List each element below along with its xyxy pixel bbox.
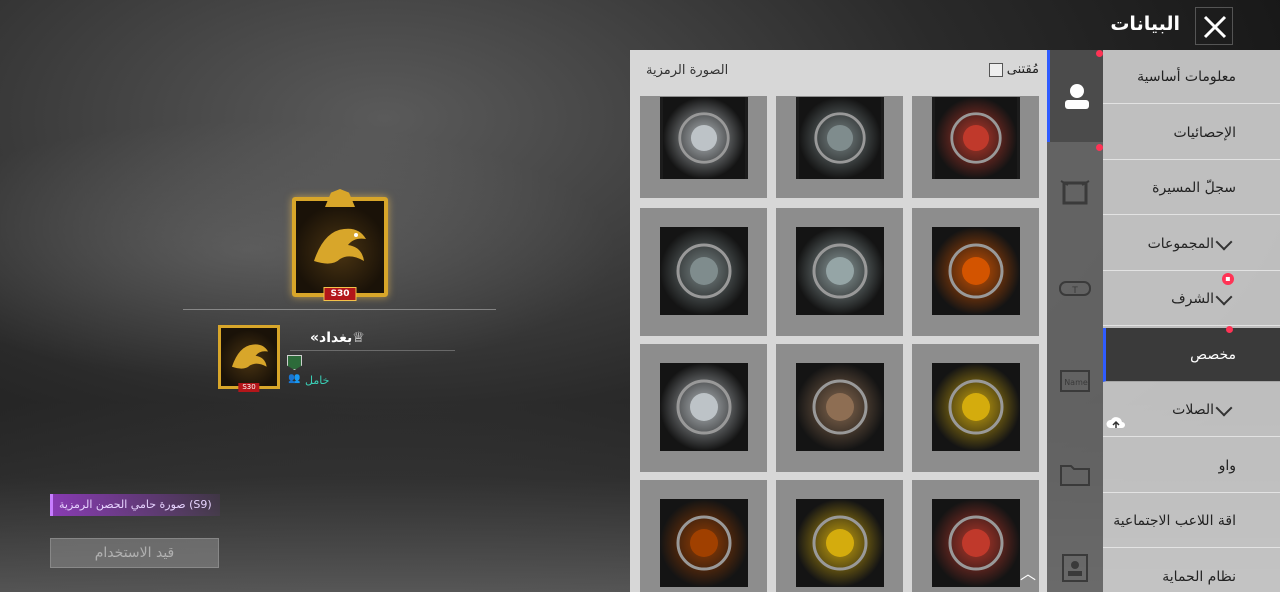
menu-item-label: الإحصائيات: [1173, 124, 1236, 141]
menu-item-label: واو: [1218, 457, 1236, 474]
close-button[interactable]: [1195, 7, 1233, 45]
cloud-upload-icon[interactable]: [1105, 414, 1127, 432]
close-icon: [1203, 15, 1227, 39]
avatar-tile[interactable]: [776, 480, 903, 592]
tab-name-card[interactable]: Name: [1047, 334, 1103, 426]
player-name: «بغداد♕: [310, 330, 365, 346]
crossed-rifles-emblem-icon: [796, 499, 884, 587]
helmet-emblem-icon: [932, 363, 1020, 451]
menu-item-label: نظام الحماية: [1162, 568, 1236, 585]
menu-item[interactable]: اقة اللاعب الاجتماعية: [1103, 494, 1280, 548]
gift-icon: ▪: [1222, 273, 1234, 285]
notification-dot: [1226, 326, 1233, 333]
avatar-preview-small: S30: [218, 325, 280, 392]
scroll-top-icon[interactable]: ︿: [1018, 560, 1038, 583]
profile-menu: معلومات أساسية الإحصائيات سجلّ المسيرة المج…: [1103, 50, 1280, 592]
menu-item[interactable]: واو: [1103, 439, 1280, 493]
squad-soldiers-icon: [796, 363, 884, 451]
menu-item[interactable]: الشرف: [1103, 272, 1280, 326]
menu-item[interactable]: الإحصائيات: [1103, 106, 1280, 160]
rooster-emblem-icon: [932, 97, 1020, 179]
tab-nameplate[interactable]: T: [1047, 242, 1103, 334]
menu-item-label: المجموعات: [1147, 235, 1214, 252]
nameplate-icon: T: [1059, 281, 1091, 296]
season-badge: S30: [323, 287, 357, 301]
avatar-preview-large: S30: [292, 189, 388, 301]
divider: [183, 309, 496, 310]
menu-item[interactable]: المجموعات: [1103, 217, 1280, 271]
avatar-tile[interactable]: [912, 208, 1039, 336]
category-icon-column: T Name: [1047, 50, 1103, 592]
dragon-icon: [314, 228, 366, 264]
chevron-down-icon: [1215, 233, 1233, 250]
menu-item[interactable]: معلومات أساسية: [1103, 50, 1280, 104]
chevron-down-icon: [1215, 288, 1233, 306]
avatar-tile[interactable]: [912, 344, 1039, 472]
tab-avatar[interactable]: [1047, 50, 1103, 142]
chevron-down-icon: [1215, 399, 1233, 417]
tab-player-card[interactable]: [1047, 522, 1103, 592]
menu-item-label: اقة اللاعب الاجتماعية: [1113, 513, 1236, 529]
owned-label: مُقتنى: [1006, 62, 1039, 77]
panel-title: الصورة الرمزية: [646, 63, 729, 78]
avatar-tile[interactable]: [640, 344, 767, 472]
avatar-tile[interactable]: [912, 96, 1039, 198]
menu-item[interactable]: سجلّ المسيرة: [1103, 161, 1280, 215]
menu-item-label: الشرف: [1171, 291, 1214, 307]
avatar-tile[interactable]: [640, 208, 767, 336]
100-victory-emblem-icon: [660, 499, 748, 587]
folder-icon: [1060, 465, 1090, 486]
menu-item-label: معلومات أساسية: [1137, 69, 1236, 85]
squad-emblem-icon: [796, 97, 884, 179]
owned-filter[interactable]: مُقتنى: [988, 62, 1039, 77]
avatar-tile[interactable]: [776, 208, 903, 336]
dragon-icon: [231, 344, 269, 369]
player-status: خامل: [305, 374, 330, 387]
in-use-button[interactable]: قيد الاستخدام: [50, 538, 219, 568]
frame-icon: [1060, 180, 1090, 205]
umbrella-emblem-icon: [932, 499, 1020, 587]
friends-icon: 👥: [288, 373, 301, 384]
avatar-tile[interactable]: [640, 480, 767, 592]
notification-dot: [1096, 50, 1103, 57]
medkit-emblem-icon: [660, 363, 748, 451]
menu-item-label: الصلات: [1172, 402, 1214, 418]
svg-text:Name: Name: [1064, 378, 1088, 387]
player-card-icon: [1062, 554, 1088, 582]
avatar-caption: صورة حامي الحصن الرمزية (S9): [50, 494, 220, 516]
tab-frame[interactable]: [1047, 146, 1103, 238]
svg-text:T: T: [1071, 286, 1078, 296]
menu-item[interactable]: الصلات: [1103, 383, 1280, 437]
page-title: البيانات: [1110, 13, 1180, 35]
avatar-tile[interactable]: [776, 96, 903, 198]
owned-checkbox[interactable]: [988, 62, 1003, 77]
season-badge-small: S30: [238, 383, 260, 392]
avatar-tile[interactable]: [640, 96, 767, 198]
avatar-icon: [1064, 84, 1089, 109]
menu-item[interactable]: مخصص: [1103, 327, 1280, 382]
name-underline: [290, 350, 455, 351]
duo-silhouette-icon: [796, 227, 884, 315]
gunman-silhouette-icon: [932, 227, 1020, 315]
menu-item[interactable]: نظام الحماية: [1103, 550, 1280, 592]
tab-folder[interactable]: [1047, 428, 1103, 520]
avatar-panel: الصورة الرمزية مُقتنى: [630, 50, 1047, 592]
grenade-emblem-icon: [660, 227, 748, 315]
name-card-icon: Name: [1060, 370, 1090, 392]
silver-star-emblem-icon: [660, 97, 748, 179]
menu-item-label: سجلّ المسيرة: [1152, 180, 1236, 196]
menu-item-label: مخصص: [1190, 346, 1236, 363]
avatar-tile[interactable]: [776, 344, 903, 472]
